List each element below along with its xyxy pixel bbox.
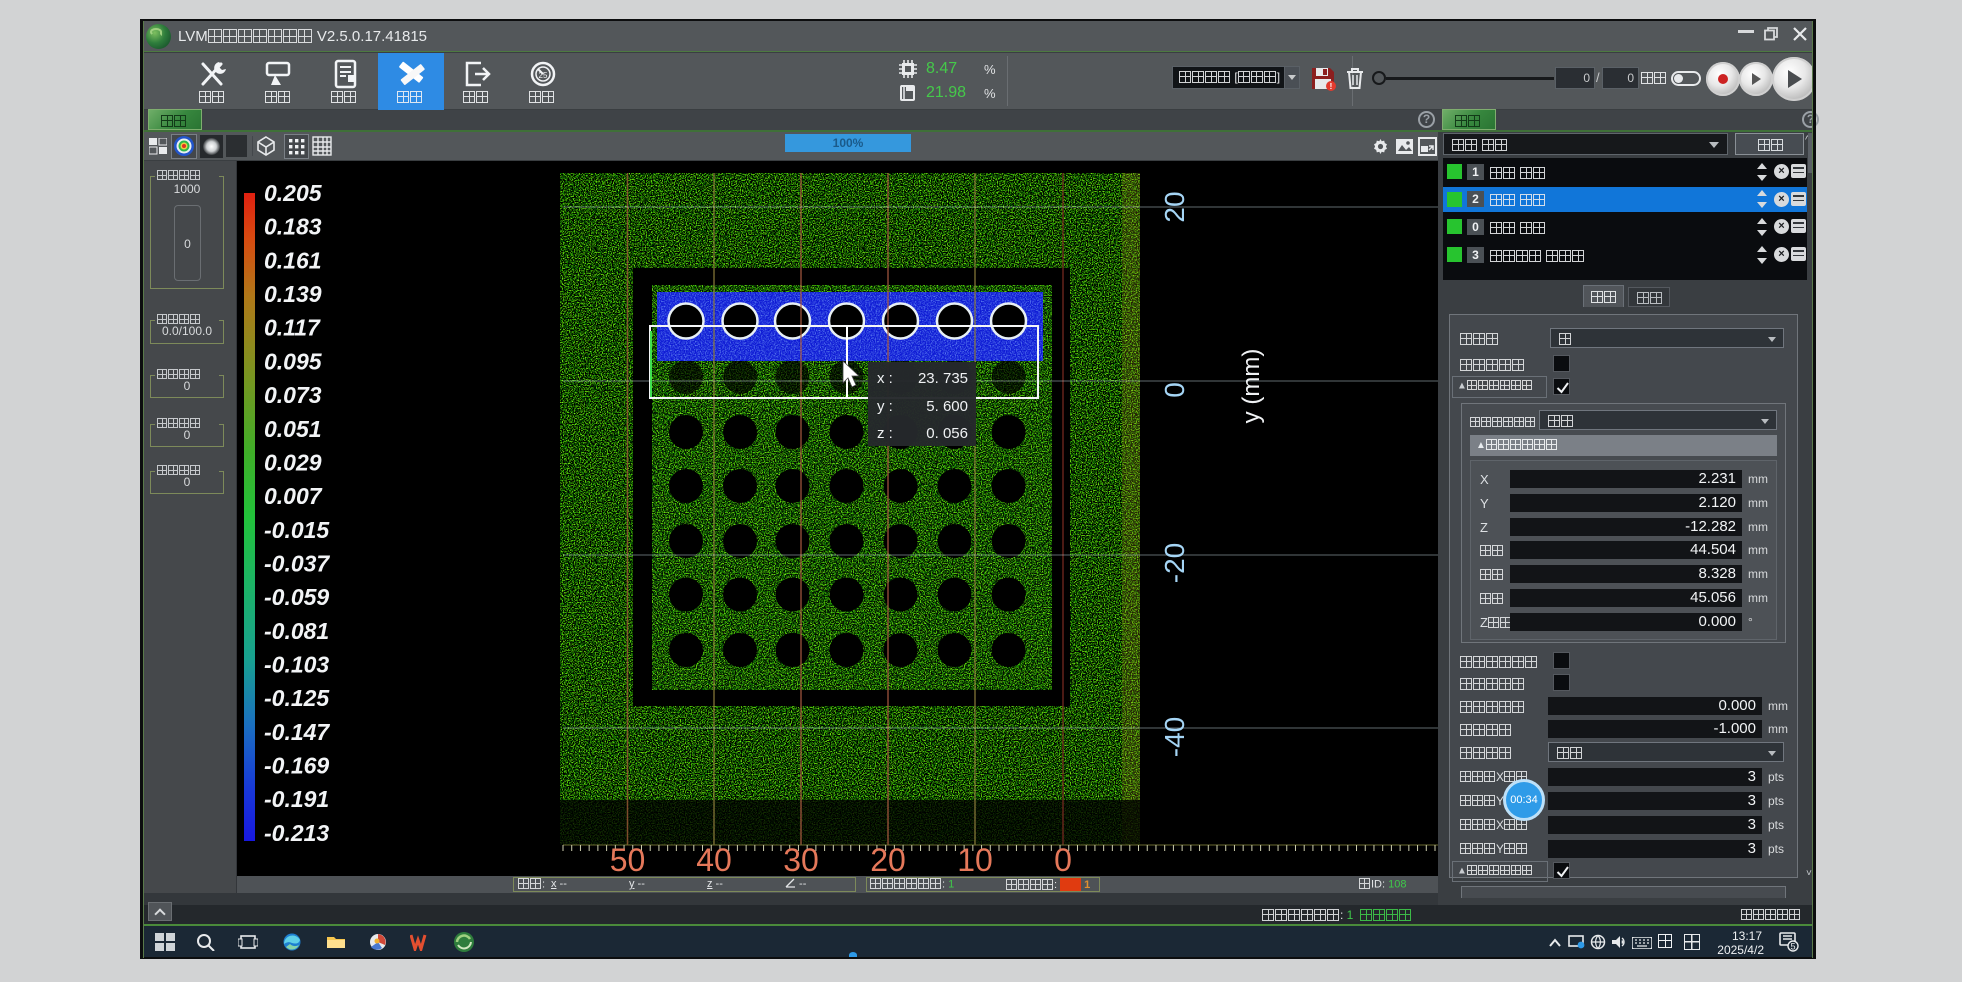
svg-text:0: 0 [1054, 842, 1072, 876]
svg-text:-0.213: -0.213 [264, 820, 329, 846]
svg-text:0.029: 0.029 [264, 449, 322, 475]
svg-text:0.073: 0.073 [264, 382, 322, 408]
svg-text:20: 20 [1159, 191, 1190, 222]
svg-text:10: 10 [957, 842, 993, 876]
svg-text:0.007: 0.007 [264, 483, 323, 509]
svg-text:y (mm): y (mm) [1238, 349, 1265, 424]
svg-text:-0.169: -0.169 [264, 753, 329, 779]
svg-text:-0.147: -0.147 [264, 719, 330, 745]
svg-text:!: ! [1330, 82, 1333, 91]
svg-text:0.205: 0.205 [264, 180, 323, 206]
svg-text:-40: -40 [1159, 717, 1190, 757]
svg-text:0.183: 0.183 [264, 214, 322, 240]
svg-text:0.161: 0.161 [264, 247, 322, 273]
svg-text:-0.081: -0.081 [264, 618, 329, 644]
svg-text:-0.059: -0.059 [264, 584, 329, 610]
svg-text:0.051: 0.051 [264, 416, 322, 442]
svg-text:-0.015: -0.015 [264, 517, 330, 543]
svg-text:25: 25 [539, 71, 548, 80]
svg-text:0.095: 0.095 [264, 348, 323, 374]
svg-text:-20: -20 [1159, 543, 1190, 583]
svg-text:0.139: 0.139 [264, 281, 322, 307]
svg-text:-0.191: -0.191 [264, 786, 329, 812]
svg-text:30: 30 [783, 842, 819, 876]
svg-text:-0.103: -0.103 [264, 652, 329, 678]
svg-text:0: 0 [1159, 382, 1190, 398]
svg-text:40: 40 [696, 842, 732, 876]
svg-text:-0.125: -0.125 [264, 685, 330, 711]
svg-text:50: 50 [610, 842, 646, 876]
svg-text:0.117: 0.117 [264, 315, 321, 341]
svg-text:5: 5 [1790, 942, 1795, 952]
svg-text:20: 20 [870, 842, 906, 876]
svg-text:-0.037: -0.037 [264, 550, 330, 576]
